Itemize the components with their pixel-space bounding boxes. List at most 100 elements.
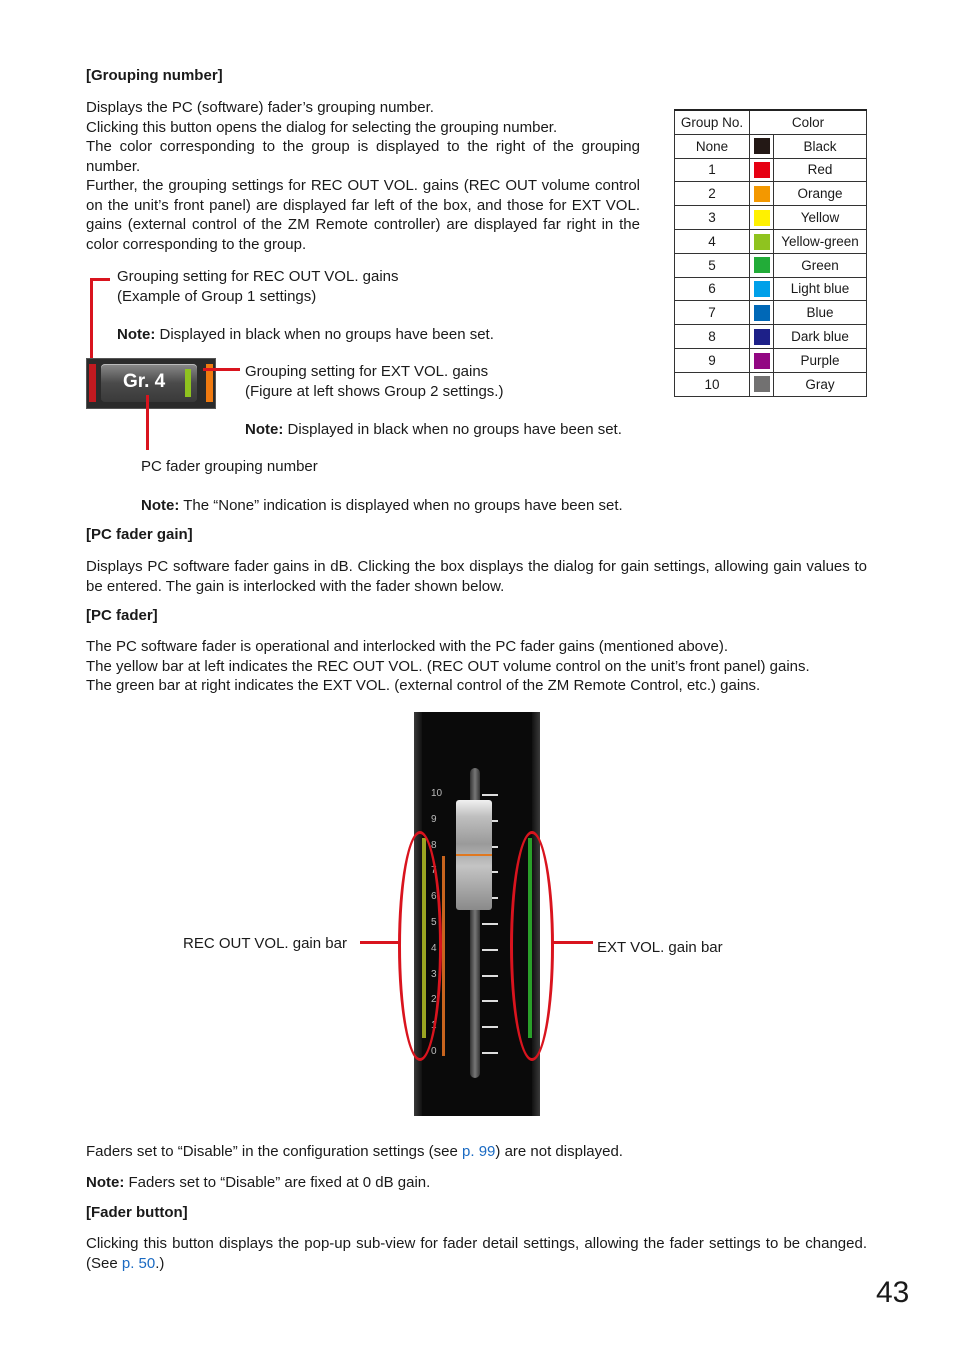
grouping-line: Displays the PC (software) fader’s group… bbox=[86, 99, 434, 116]
color-swatch-cell bbox=[749, 371, 774, 397]
callout-line bbox=[203, 368, 240, 371]
color-swatch-cell bbox=[749, 181, 774, 207]
color-swatch bbox=[753, 352, 770, 369]
text: Clicking this button displays the pop-up… bbox=[86, 1235, 867, 1272]
color-name-cell: Gray bbox=[773, 371, 867, 397]
group-number-cell: 5 bbox=[674, 252, 750, 278]
note-text: Displayed in black when no groups have b… bbox=[283, 421, 622, 438]
group-number-cell: 6 bbox=[674, 276, 750, 302]
note-text: The “None” indication is displayed when … bbox=[179, 496, 623, 514]
scale-tick bbox=[482, 1052, 498, 1054]
callout-ext-vol: Grouping setting for EXT VOL. gains (Fig… bbox=[245, 362, 622, 440]
disable-text: Faders set to “Disable” in the configura… bbox=[86, 1142, 623, 1162]
grouping-line: Clicking this button opens the dialog fo… bbox=[86, 118, 558, 136]
color-swatch-cell bbox=[749, 300, 774, 326]
color-swatch-cell bbox=[749, 157, 774, 183]
fader-button-heading: [Fader button] bbox=[86, 1204, 188, 1221]
scale-label: 10 bbox=[431, 788, 443, 799]
page-link-50[interactable]: p. 50 bbox=[122, 1255, 155, 1272]
table-header-row: Group No. Color bbox=[674, 108, 867, 135]
table-row: 2 Orange bbox=[674, 181, 867, 207]
callout-rec-out: Grouping setting for REC OUT VOL. gains … bbox=[117, 267, 494, 345]
color-name-cell: Blue bbox=[773, 300, 867, 326]
callout-line bbox=[360, 941, 400, 944]
note-label: Note: bbox=[141, 496, 180, 514]
group-number-button[interactable]: Gr. 4 bbox=[101, 364, 197, 402]
page-link-99[interactable]: p. 99 bbox=[462, 1143, 495, 1160]
callout-line bbox=[553, 941, 593, 944]
group-number-cell: None bbox=[674, 133, 750, 159]
group-number-cell: 7 bbox=[674, 300, 750, 326]
color-swatch bbox=[753, 162, 770, 179]
group-number-cell: 9 bbox=[674, 347, 750, 373]
group-number-cell: 4 bbox=[674, 228, 750, 254]
page-number: 43 bbox=[876, 1276, 910, 1309]
table-row: 5 Green bbox=[674, 252, 867, 278]
color-swatch bbox=[753, 138, 770, 155]
color-name-cell: Orange bbox=[773, 181, 867, 207]
group-number-cell: 3 bbox=[674, 205, 750, 230]
group-number-cell: 1 bbox=[674, 157, 750, 183]
rec-out-group-indicator bbox=[89, 364, 96, 402]
color-swatch-cell bbox=[749, 324, 774, 349]
scale-tick bbox=[482, 1026, 498, 1029]
note-text: Faders set to “Disable” are fixed at 0 d… bbox=[124, 1174, 431, 1191]
header-group-no: Group No. bbox=[674, 108, 750, 135]
callout-text: Grouping setting for EXT VOL. gains bbox=[245, 363, 489, 380]
color-swatch-cell bbox=[749, 205, 774, 230]
fader-line: The yellow bar at left indicates the REC… bbox=[86, 657, 810, 675]
group-button-figure: Gr. 4 bbox=[86, 358, 216, 409]
color-name-cell: Light blue bbox=[773, 276, 867, 302]
fader-line: The PC software fader is operational and… bbox=[86, 638, 729, 655]
text: Faders set to “Disable” in the configura… bbox=[86, 1143, 463, 1160]
note-text: Displayed in black when no groups have b… bbox=[155, 326, 494, 343]
table-row: 10 Gray bbox=[674, 371, 867, 397]
color-name-cell: Yellow-green bbox=[773, 228, 867, 254]
disable-note: Note: Faders set to “Disable” are fixed … bbox=[86, 1173, 430, 1193]
callout-text: (Figure at left shows Group 2 settings.) bbox=[245, 382, 504, 400]
color-swatch bbox=[753, 281, 770, 298]
rec-out-highlight-ellipse bbox=[398, 831, 442, 1061]
grouping-line: The color corresponding to the group is … bbox=[86, 138, 640, 175]
fader-knob[interactable] bbox=[456, 800, 492, 910]
gain-heading: [PC fader gain] bbox=[86, 526, 193, 543]
note-label: Note: bbox=[245, 421, 284, 438]
color-name-cell: Red bbox=[773, 157, 867, 183]
color-swatch bbox=[753, 328, 770, 345]
color-name-cell: Dark blue bbox=[773, 324, 867, 349]
table-row: 7 Blue bbox=[674, 300, 867, 326]
color-swatch bbox=[753, 376, 770, 393]
note-label: Note: bbox=[117, 326, 156, 343]
callout-note: Note: The “None” indication is displayed… bbox=[141, 496, 623, 516]
scale-tick bbox=[482, 974, 498, 977]
text: ) are not displayed. bbox=[495, 1143, 623, 1160]
color-name-cell: Yellow bbox=[773, 205, 867, 230]
fader-description: The PC software fader is operational and… bbox=[86, 637, 876, 696]
group-number-cell: 10 bbox=[674, 371, 750, 397]
table-row: 4 Yellow-green bbox=[674, 228, 867, 254]
color-name-cell: Green bbox=[773, 252, 867, 278]
group-number-cell: 2 bbox=[674, 181, 750, 207]
color-swatch-cell bbox=[749, 252, 774, 278]
table-row: 9 Purple bbox=[674, 347, 867, 373]
callout-line bbox=[90, 278, 110, 281]
fader-button-description: Clicking this button displays the pop-up… bbox=[86, 1234, 867, 1273]
text: .) bbox=[155, 1254, 165, 1272]
scale-tick bbox=[482, 948, 498, 951]
callout-group-number: PC fader grouping number Note: The “None… bbox=[141, 457, 623, 515]
callout-line bbox=[90, 278, 93, 362]
color-swatch bbox=[753, 304, 770, 321]
gain-description: Displays PC software fader gains in dB. … bbox=[86, 558, 867, 595]
scale-label: 9 bbox=[431, 813, 437, 825]
scale-tick bbox=[482, 923, 498, 925]
grouping-line: Further, the grouping settings for REC O… bbox=[86, 177, 640, 253]
color-swatch-cell bbox=[749, 347, 774, 373]
note-label: Note: bbox=[86, 1174, 125, 1191]
color-swatch-cell bbox=[749, 228, 774, 254]
callout-text: (Example of Group 1 settings) bbox=[117, 287, 317, 305]
color-name-cell: Purple bbox=[773, 347, 867, 373]
color-swatch-cell bbox=[749, 276, 774, 302]
callout-line bbox=[146, 395, 149, 450]
fader-knob-marker bbox=[456, 854, 492, 856]
color-name-cell: Black bbox=[773, 133, 867, 159]
